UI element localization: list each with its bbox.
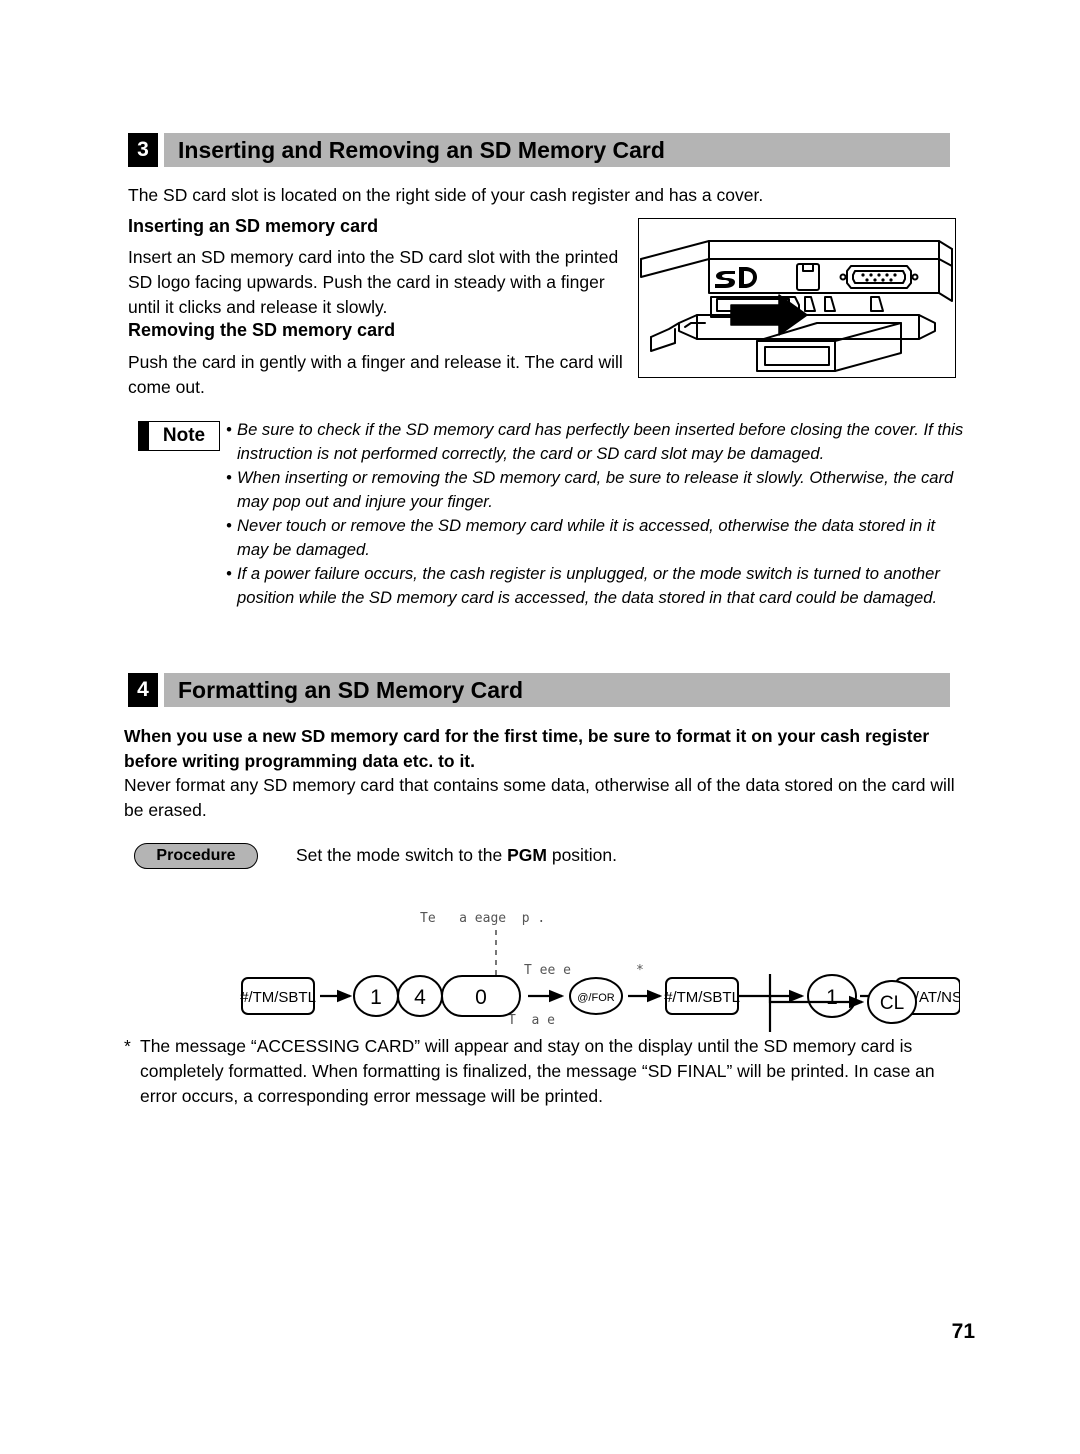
section-3-header: 3 Inserting and Removing an SD Memory Ca…	[128, 133, 950, 167]
note-label: Note	[162, 425, 206, 446]
bullet-mark: •	[226, 516, 232, 535]
note-item-text: If a power failure occurs, the cash regi…	[237, 564, 940, 607]
section-3-number-badge: 3	[128, 133, 158, 167]
note-item-text: Never touch or remove the SD memory card…	[237, 516, 936, 559]
note-item: • If a power failure occurs, the cash re…	[226, 562, 968, 609]
note-item-text: When inserting or removing the SD memory…	[237, 468, 954, 511]
note-item: • Be sure to check if the SD memory card…	[226, 418, 968, 465]
key-label: CL	[880, 993, 904, 1014]
footnote: * The message “ACCESSING CARD” will appe…	[124, 1034, 964, 1109]
section-4-number-badge: 4	[128, 673, 158, 707]
annotation-top-line: Te a eage p .	[420, 911, 545, 926]
removing-paragraph: Push the card in gently with a finger an…	[128, 352, 623, 397]
section-4-title: Formatting an SD Memory Card	[178, 677, 524, 703]
sd-card-slot-illustration	[638, 218, 956, 378]
section-4-bold-intro: When you use a new SD memory card for th…	[124, 726, 930, 771]
note-badge: Note	[138, 421, 220, 451]
note-item: • Never touch or remove the SD memory ca…	[226, 514, 968, 561]
inserting-paragraph: Insert an SD memory card into the SD car…	[128, 247, 619, 317]
footnote-text: The message “ACCESSING CARD” will appear…	[140, 1036, 935, 1106]
key-sequence-branch-cl: CL	[240, 972, 960, 1032]
section-3-title: Inserting and Removing an SD Memory Card	[178, 137, 665, 163]
note-item-text: Be sure to check if the SD memory card h…	[237, 420, 964, 463]
removing-subheading: Removing the SD memory card	[128, 320, 396, 340]
inserting-subheading: Inserting an SD memory card	[128, 216, 379, 236]
footnote-marker: *	[124, 1036, 131, 1056]
note-badge-bar	[139, 422, 149, 450]
bullet-mark: •	[226, 468, 232, 487]
page-number: 71	[951, 1320, 975, 1343]
note-list: • Be sure to check if the SD memory card…	[226, 418, 968, 610]
manual-page: 3 Inserting and Removing an SD Memory Ca…	[0, 0, 1080, 1454]
section-3-intro-text: The SD card slot is located on the right…	[128, 185, 764, 205]
bullet-mark: •	[226, 564, 232, 583]
note-item: • When inserting or removing the SD memo…	[226, 466, 968, 513]
branch-elbow	[768, 974, 830, 1004]
bullet-mark: •	[226, 420, 232, 439]
section-4-header: 4 Formatting an SD Memory Card	[128, 673, 950, 707]
section-4-paragraph: Never format any SD memory card that con…	[124, 775, 955, 820]
procedure-label: Procedure	[156, 847, 236, 864]
key-cl: CL	[867, 980, 917, 1024]
